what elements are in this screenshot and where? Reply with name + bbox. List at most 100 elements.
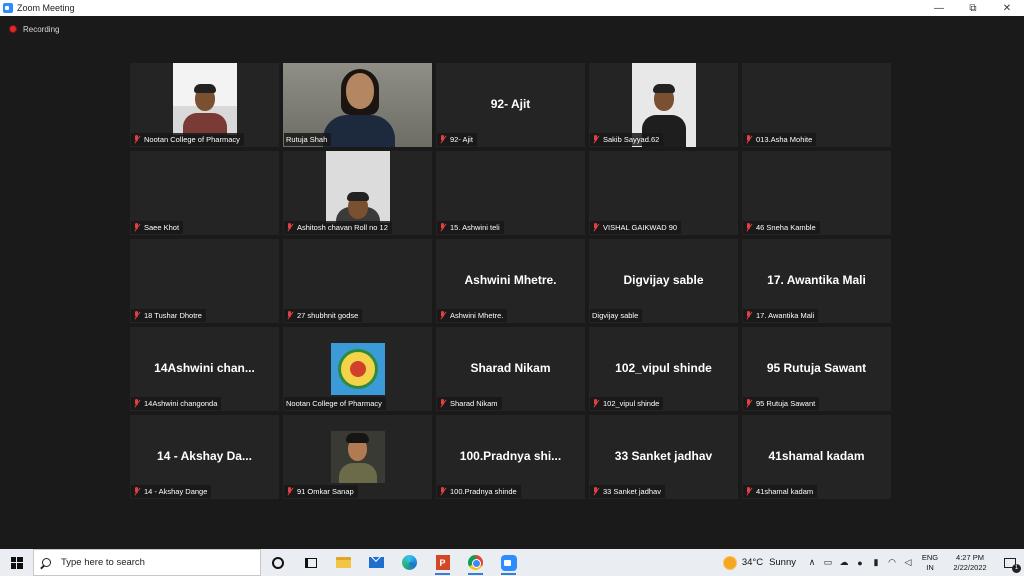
participant-display-name: Ashwini Mhetre. <box>464 273 557 287</box>
chrome-button[interactable] <box>459 549 492 576</box>
participant-tile[interactable]: Nootan College of Pharmacy <box>130 63 279 147</box>
participant-name-label: 91 Omkar Sanap <box>284 485 358 498</box>
participant-name-label: Sakib Sayyad.62 <box>590 133 664 146</box>
minimize-button[interactable]: — <box>922 0 956 16</box>
participant-name: 18 Tushar Dhotre <box>144 311 202 320</box>
muted-microphone-icon <box>286 223 294 232</box>
participant-tile[interactable]: 102_vipul shinde 102_vipul shinde <box>589 327 738 411</box>
participant-name-label: 013.Asha Mohite <box>743 133 817 146</box>
taskbar-clock[interactable]: 4:27 PM 2/22/2022 <box>944 553 996 573</box>
microphone-icon[interactable]: ● <box>852 549 868 576</box>
powerpoint-button[interactable]: P <box>426 549 459 576</box>
participant-name-label: 14 - Akshay Dange <box>131 485 212 498</box>
start-button[interactable] <box>0 549 33 576</box>
participant-tile[interactable]: Ashwini Mhetre. Ashwini Mhetre. <box>436 239 585 323</box>
notification-count-badge: 1 <box>1012 563 1021 573</box>
participant-tile[interactable]: VISHAL GAIKWAD 90 <box>589 151 738 235</box>
taskbar-search-box[interactable]: Type here to search <box>33 549 261 576</box>
volume-icon[interactable]: ◁ <box>900 549 916 576</box>
windows-taskbar: Type here to search P 34°C Sunny ∧ ▭ ☁ ●… <box>0 549 1024 576</box>
muted-microphone-icon <box>592 487 600 496</box>
language-code: ENG <box>921 552 939 562</box>
restore-button[interactable]: ⧉ <box>956 0 990 16</box>
notification-icon: 1 <box>1004 557 1021 573</box>
college-logo-icon <box>331 343 385 395</box>
edge-button[interactable] <box>393 549 426 576</box>
participant-name: 95 Rutuja Sawant <box>756 399 816 408</box>
onedrive-cloud-icon[interactable]: ☁ <box>836 549 852 576</box>
participant-name-label: 102_vipul shinde <box>590 397 664 410</box>
participant-name: Rutuja Shah <box>286 135 328 144</box>
weather-temperature: 34°C <box>741 557 764 568</box>
participant-name: 15. Ashwini teli <box>450 223 500 232</box>
participant-tile[interactable]: 14 - Akshay Da... 14 - Akshay Dange <box>130 415 279 499</box>
cortana-button[interactable] <box>261 549 294 576</box>
muted-microphone-icon <box>133 223 141 232</box>
participant-tile[interactable]: 100.Pradnya shi... 100.Pradnya shinde <box>436 415 585 499</box>
participant-name: 17. Awantika Mali <box>756 311 815 320</box>
participant-tile[interactable]: Nootan College of Pharmacy <box>283 327 432 411</box>
participant-name: 41shamal kadam <box>756 487 814 496</box>
participant-name: 46 Sneha Kamble <box>756 223 816 232</box>
participant-tile[interactable]: 27 shubhnit godse <box>283 239 432 323</box>
participant-name: 33 Sanket jadhav <box>603 487 661 496</box>
mail-icon <box>369 557 384 568</box>
participant-tile[interactable]: 15. Ashwini teli <box>436 151 585 235</box>
participant-tile[interactable]: 41shamal kadam 41shamal kadam <box>742 415 891 499</box>
window-titlebar: Zoom Meeting — ⧉ ✕ <box>0 0 1024 16</box>
participant-tile[interactable]: 33 Sanket jadhav 33 Sanket jadhav <box>589 415 738 499</box>
wifi-icon[interactable]: ◠ <box>884 549 900 576</box>
participant-tile[interactable]: 18 Tushar Dhotre <box>130 239 279 323</box>
participant-name: Ashwini Mhetre. <box>450 311 504 320</box>
sunny-weather-icon <box>723 556 736 569</box>
participant-tile[interactable]: 17. Awantika Mali 17. Awantika Mali <box>742 239 891 323</box>
battery-icon[interactable]: ▮ <box>868 549 884 576</box>
muted-microphone-icon <box>133 399 141 408</box>
participant-tile[interactable]: 92- Ajit 92- Ajit <box>436 63 585 147</box>
file-explorer-button[interactable] <box>327 549 360 576</box>
clock-time: 4:27 PM <box>956 552 984 562</box>
recording-icon <box>9 25 17 33</box>
language-indicator[interactable]: ENG IN <box>916 553 944 573</box>
recording-label[interactable]: Recording <box>23 25 59 34</box>
participant-tile[interactable]: 013.Asha Mohite <box>742 63 891 147</box>
edge-icon <box>402 555 417 570</box>
participant-name-label: Saee Khot <box>131 221 184 234</box>
mail-button[interactable] <box>360 549 393 576</box>
participant-name-label: 27 shubhnit godse <box>284 309 363 322</box>
participant-display-name: 14Ashwini chan... <box>154 361 255 375</box>
muted-microphone-icon <box>286 487 294 496</box>
participant-tile[interactable]: 14Ashwini chan... 14Ashwini changonda <box>130 327 279 411</box>
muted-microphone-icon <box>745 399 753 408</box>
participant-display-name: 14 - Akshay Da... <box>157 449 252 463</box>
participant-tile[interactable]: Saee Khot <box>130 151 279 235</box>
participant-tile[interactable]: Digvijay sable Digvijay sable <box>589 239 738 323</box>
participant-display-name: 92- Ajit <box>490 97 531 111</box>
participant-tile[interactable]: 91 Omkar Sanap <box>283 415 432 499</box>
participant-tile[interactable]: Rutuja Shah <box>283 63 432 147</box>
participant-tile[interactable]: Ashitosh chavan Roll no 12 <box>283 151 432 235</box>
recording-bar: Recording <box>0 16 1024 42</box>
search-placeholder: Type here to search <box>61 557 145 568</box>
notification-center-button[interactable]: 1 <box>996 549 1024 576</box>
weather-condition: Sunny <box>769 557 796 568</box>
participant-video <box>326 151 390 223</box>
camera-icon[interactable]: ▭ <box>820 549 836 576</box>
participant-display-name: 100.Pradnya shi... <box>459 449 562 463</box>
muted-microphone-icon <box>745 223 753 232</box>
task-view-button[interactable] <box>294 549 327 576</box>
weather-widget[interactable]: 34°C Sunny <box>723 556 796 569</box>
participant-name-label: Rutuja Shah <box>284 133 332 146</box>
close-button[interactable]: ✕ <box>990 0 1024 16</box>
file-explorer-icon <box>336 557 351 568</box>
participant-tile[interactable]: Sharad Nikam Sharad Nikam <box>436 327 585 411</box>
show-hidden-icons-chevron-icon[interactable]: ∧ <box>804 549 820 576</box>
participant-name: 92- Ajit <box>450 135 473 144</box>
clock-date: 2/22/2022 <box>953 562 987 572</box>
participant-tile[interactable]: Sakib Sayyad.62 <box>589 63 738 147</box>
participant-tile[interactable]: 95 Rutuja Sawant 95 Rutuja Sawant <box>742 327 891 411</box>
zoom-taskbar-button[interactable] <box>492 549 525 576</box>
participant-tile[interactable]: 46 Sneha Kamble <box>742 151 891 235</box>
participant-name: VISHAL GAIKWAD 90 <box>603 223 678 232</box>
participant-name: Nootan College of Pharmacy <box>144 135 240 144</box>
